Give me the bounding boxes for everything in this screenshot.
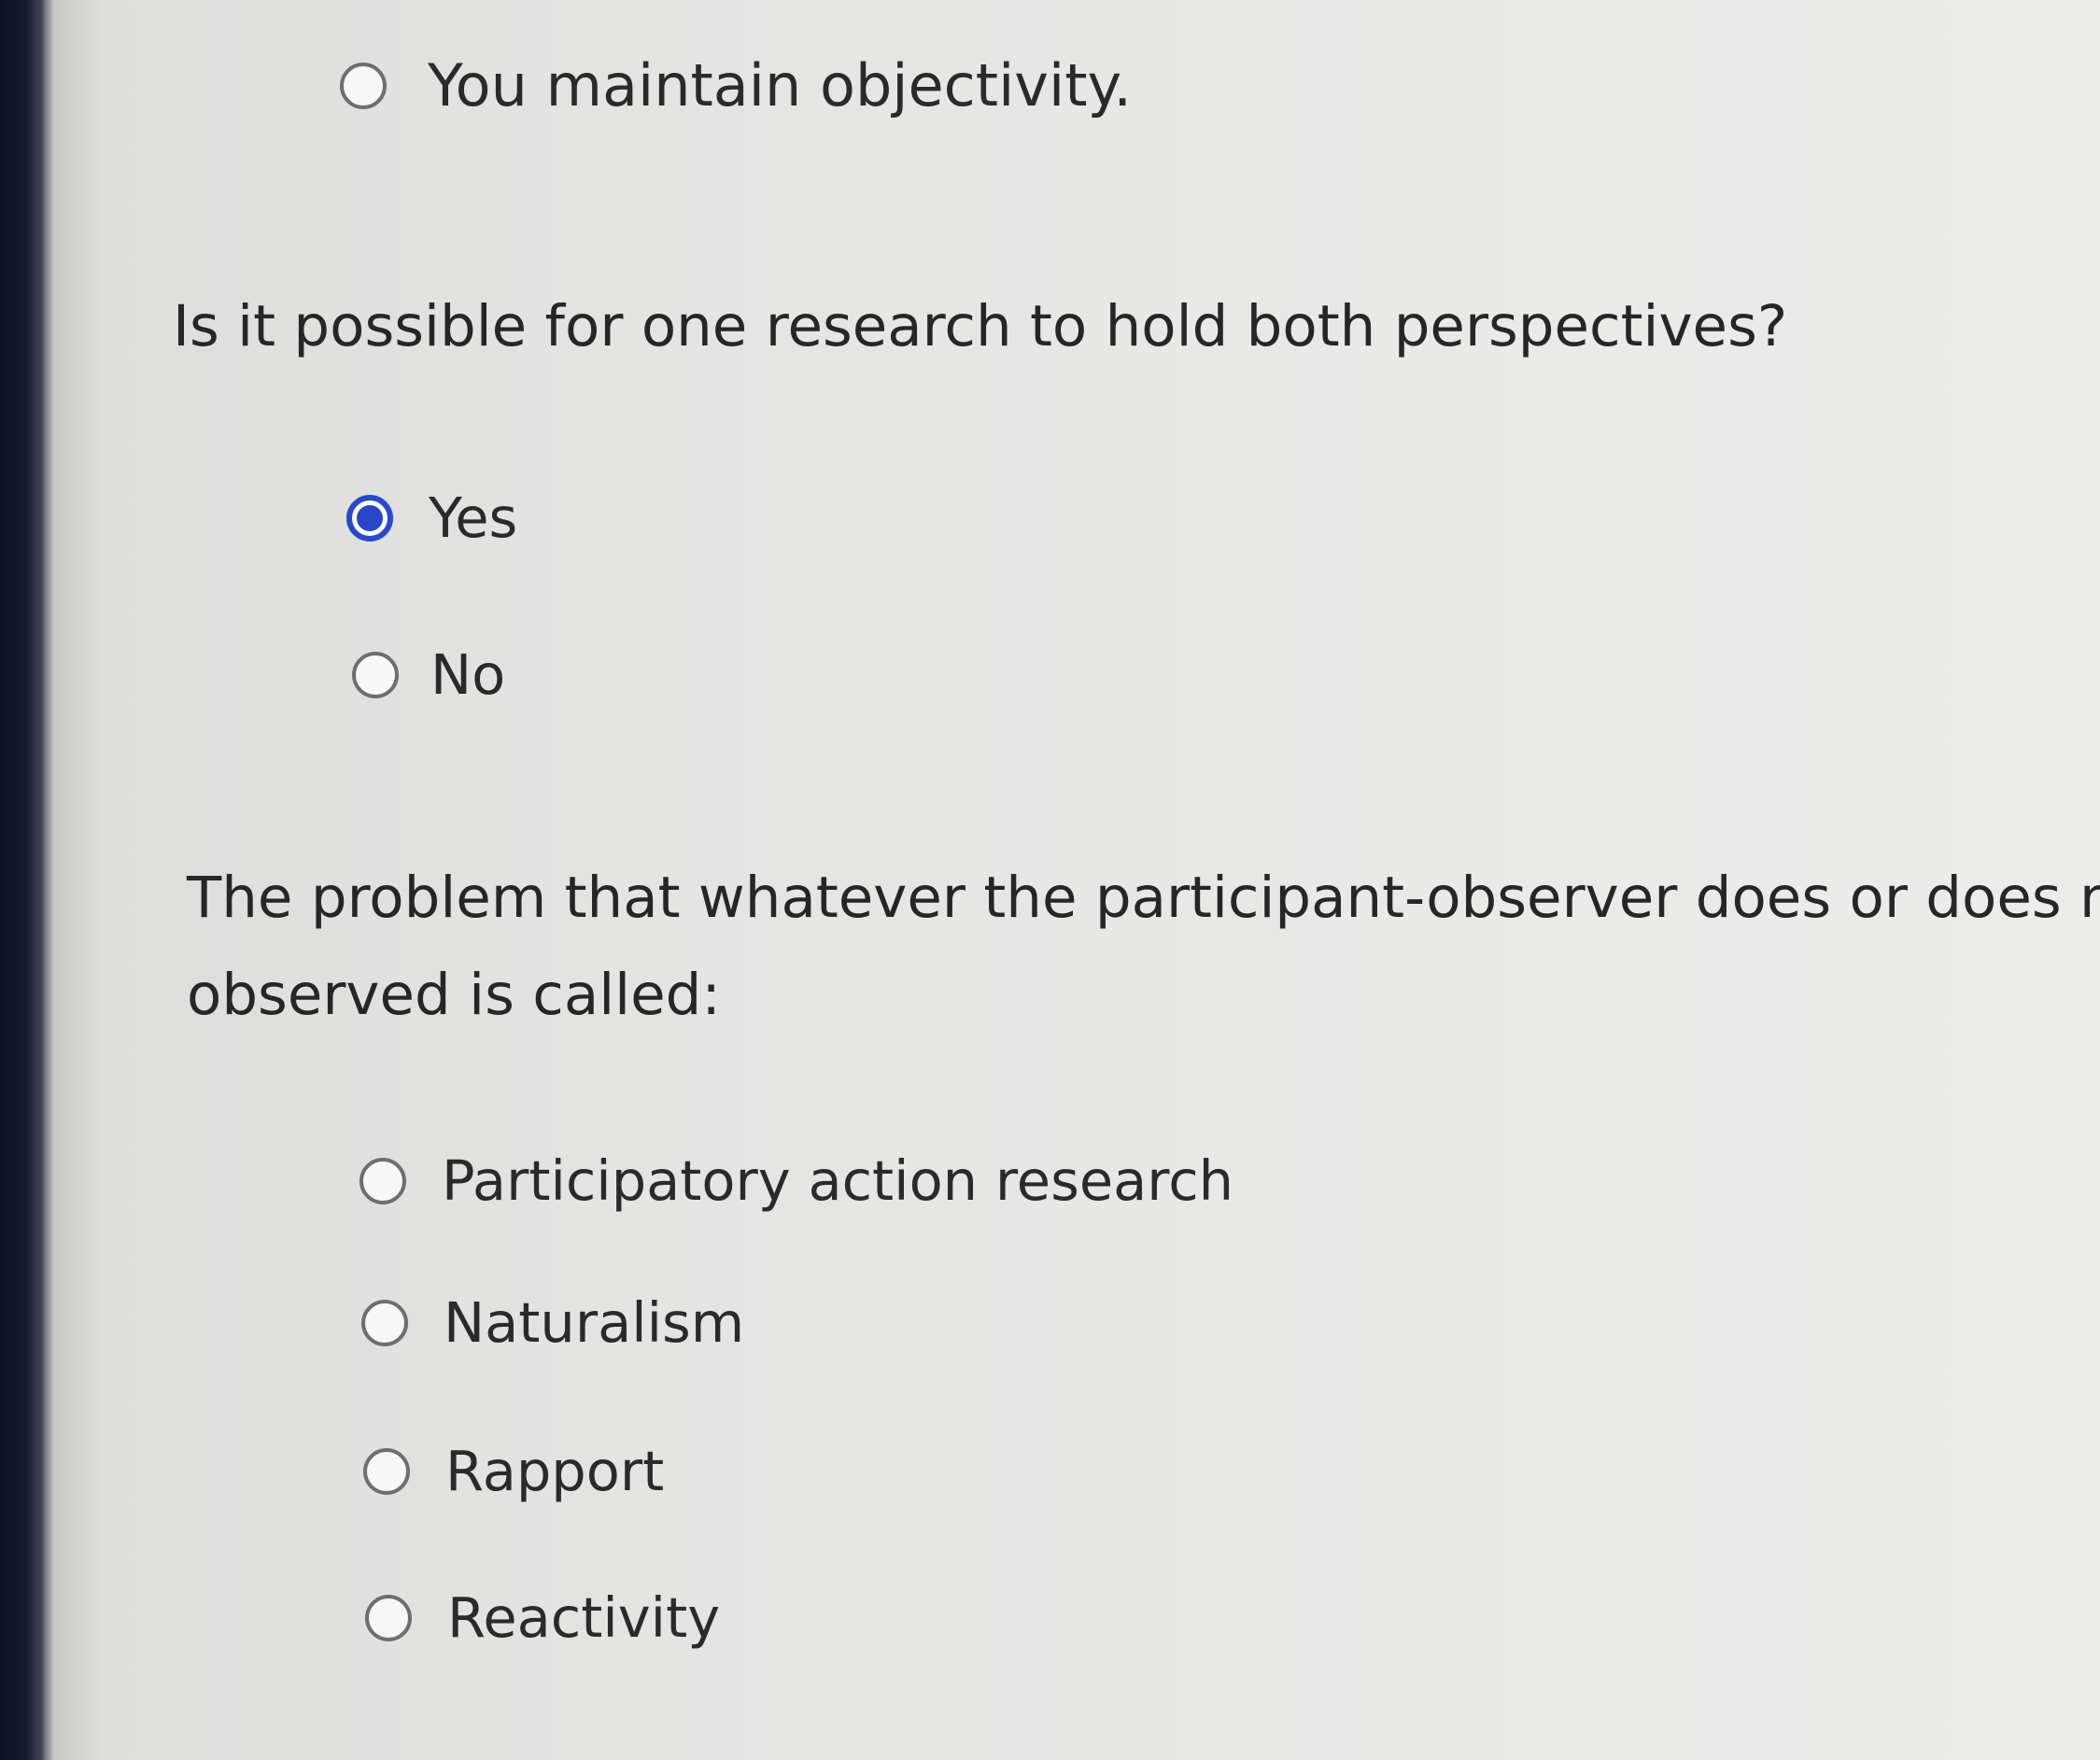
- option-label: Naturalism: [444, 1290, 745, 1355]
- radio-button[interactable]: [365, 1594, 412, 1641]
- screen: You maintain objectivity. Is it possible…: [0, 0, 2100, 1760]
- option-yes[interactable]: Yes: [346, 486, 517, 550]
- radio-button[interactable]: [340, 62, 387, 109]
- option-label: Participatory action research: [442, 1148, 1234, 1213]
- option-label: No: [430, 642, 506, 707]
- radio-button[interactable]: [361, 1299, 408, 1346]
- option-rapport[interactable]: Rapport: [363, 1439, 664, 1503]
- option-you-maintain-objectivity[interactable]: You maintain objectivity.: [340, 51, 1132, 120]
- option-label: Reactivity: [447, 1585, 721, 1650]
- radio-button[interactable]: [352, 651, 399, 698]
- option-participatory-action-research[interactable]: Participatory action research: [359, 1148, 1233, 1213]
- question-text: Is it possible for one research to hold …: [173, 293, 1788, 359]
- option-naturalism[interactable]: Naturalism: [361, 1290, 744, 1355]
- option-label: You maintain objectivity.: [428, 51, 1133, 120]
- quiz-page: You maintain objectivity. Is it possible…: [0, 0, 2100, 1760]
- option-reactivity[interactable]: Reactivity: [365, 1585, 720, 1650]
- question-text-line-1: The problem that whatever the participan…: [187, 865, 2100, 931]
- option-label: Yes: [429, 486, 518, 550]
- question-text-line-2: observed is called:: [187, 962, 721, 1028]
- option-no[interactable]: No: [352, 642, 505, 707]
- option-label: Rapport: [445, 1439, 665, 1503]
- radio-button[interactable]: [359, 1157, 406, 1204]
- radio-selected-dot: [357, 504, 383, 531]
- radio-button-selected[interactable]: [346, 494, 393, 542]
- radio-button[interactable]: [363, 1447, 410, 1495]
